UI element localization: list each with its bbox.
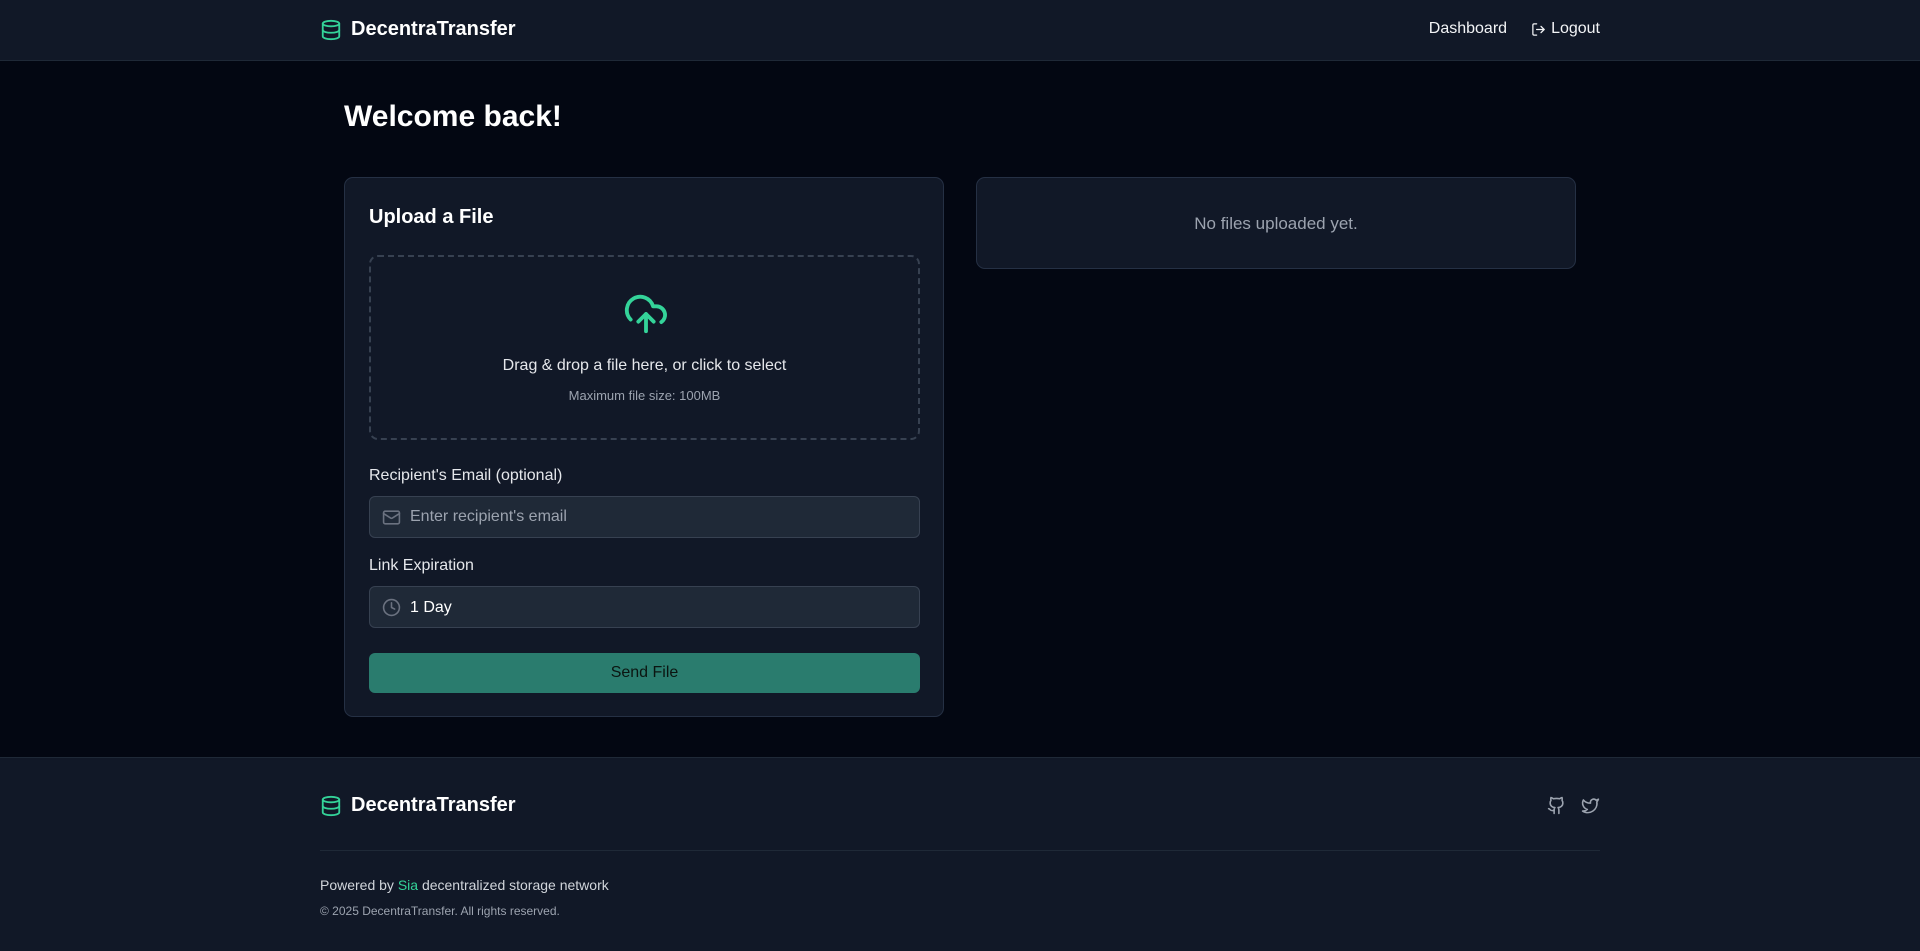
files-card: No files uploaded yet.: [976, 177, 1576, 269]
brand-logo[interactable]: DecentraTransfer: [320, 18, 516, 41]
footer-brand-name: DecentraTransfer: [351, 794, 516, 816]
expiration-label: Link Expiration: [369, 557, 474, 574]
send-file-button[interactable]: Send File: [369, 653, 920, 693]
powered-prefix: Powered by: [320, 877, 394, 893]
page-title: Welcome back!: [344, 100, 562, 133]
footer: DecentraTransfer Powered by Sia decentra…: [0, 757, 1920, 951]
logout-label: Logout: [1551, 20, 1600, 37]
nav-links: Dashboard Logout: [1429, 20, 1600, 38]
mail-icon: [382, 509, 401, 525]
dashboard-link[interactable]: Dashboard: [1429, 20, 1507, 38]
logout-button[interactable]: Logout: [1531, 20, 1600, 38]
top-navbar: DecentraTransfer Dashboard Logout: [0, 0, 1920, 61]
dropzone-hint: Maximum file size: 100MB: [568, 388, 721, 403]
email-field-wrapper: [369, 496, 920, 538]
upload-card-title: Upload a File: [369, 206, 494, 228]
footer-divider: [320, 850, 1600, 851]
expiration-value: 1 Day: [410, 599, 452, 616]
clock-icon: [382, 598, 401, 616]
upload-card: Upload a File Drag & drop a file here, o…: [344, 177, 944, 717]
social-links: [1547, 796, 1600, 815]
dropzone-text: Drag & drop a file here, or click to sel…: [502, 357, 787, 374]
github-icon[interactable]: [1547, 796, 1566, 815]
expiration-select[interactable]: 1 Day: [369, 586, 920, 628]
logout-icon: [1532, 22, 1545, 36]
email-label: Recipient's Email (optional): [369, 467, 563, 484]
brand-name: DecentraTransfer: [351, 18, 516, 40]
files-empty-state: No files uploaded yet.: [1194, 214, 1358, 233]
sia-link[interactable]: Sia: [398, 877, 418, 893]
powered-by-text: Powered by Sia decentralized storage net…: [320, 877, 609, 893]
footer-brand[interactable]: DecentraTransfer: [320, 794, 516, 817]
cloud-upload-icon: [624, 294, 667, 334]
powered-suffix: decentralized storage network: [421, 877, 609, 893]
recipient-email-input[interactable]: [410, 497, 909, 537]
twitter-icon[interactable]: [1581, 796, 1600, 815]
database-icon: [321, 795, 341, 816]
copyright-text: © 2025 DecentraTransfer. All rights rese…: [320, 904, 560, 918]
file-dropzone[interactable]: Drag & drop a file here, or click to sel…: [369, 255, 920, 440]
database-icon: [321, 19, 341, 40]
